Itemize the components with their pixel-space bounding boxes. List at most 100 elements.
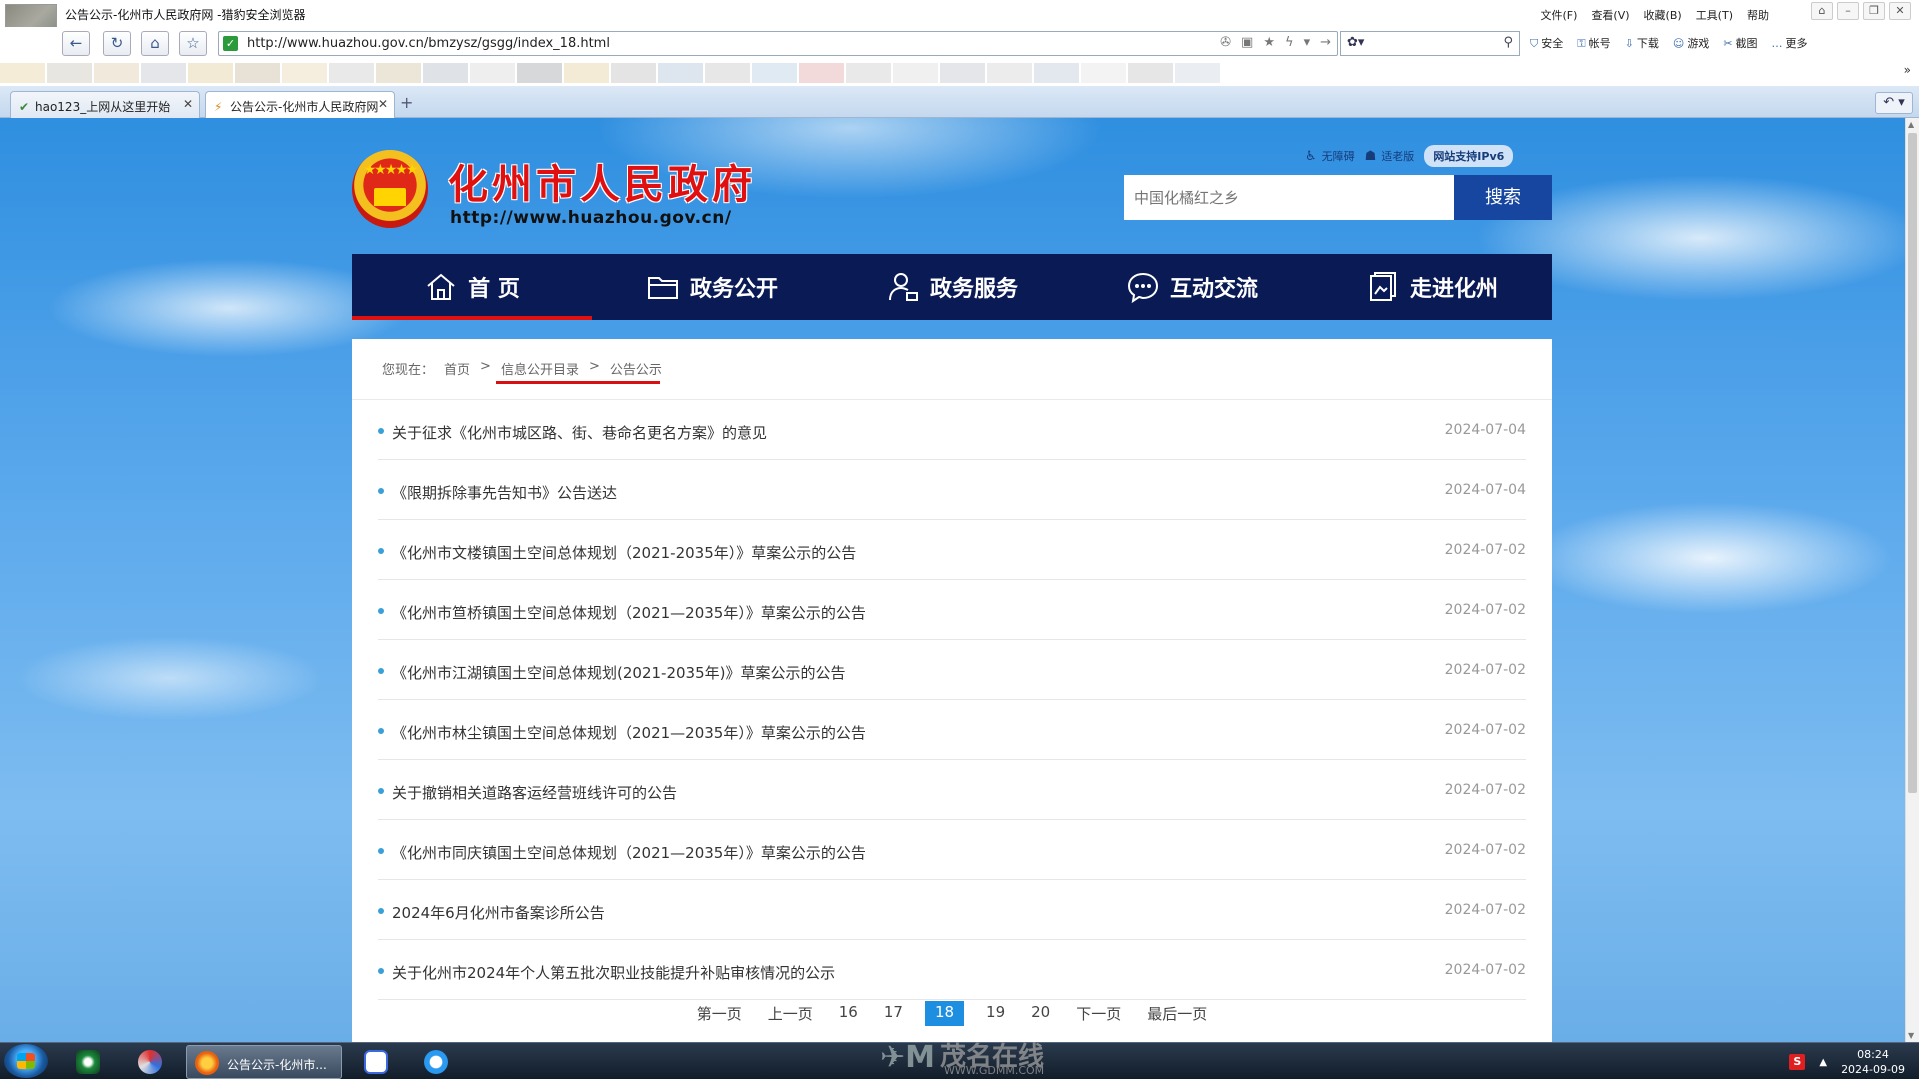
bookmark-item[interactable] <box>423 63 468 83</box>
list-item[interactable]: 《化州市笪桥镇国土空间总体规划（2021—2035年）》草案公示的公告 2024-… <box>378 580 1526 640</box>
page-first[interactable]: 第一页 <box>693 1001 746 1026</box>
search-engine-icon[interactable]: ✿▾ <box>1347 35 1364 50</box>
home-button[interactable]: ⌂ <box>141 31 169 56</box>
bookmark-item[interactable] <box>47 63 92 83</box>
bookmark-item[interactable] <box>1128 63 1173 83</box>
scroll-up-icon[interactable]: ▲ <box>1908 120 1914 129</box>
bookmark-item[interactable] <box>329 63 374 83</box>
bookmark-star-icon[interactable]: ★ <box>1263 35 1275 50</box>
minimize-button[interactable]: – <box>1837 2 1859 20</box>
breadcrumb-info-catalog[interactable]: 信息公开目录 <box>501 359 579 378</box>
browser-search-box[interactable]: ✿▾ ⚲ <box>1340 31 1520 56</box>
refresh-button[interactable]: ↻ <box>103 31 131 56</box>
item-title[interactable]: 《化州市江湖镇国土空间总体规划(2021-2035年)》草案公示的公告 <box>392 662 845 683</box>
bookmark-item[interactable] <box>1081 63 1126 83</box>
tab-hao123[interactable]: ✔ hao123_上网从这里开始 ✕ <box>10 91 200 118</box>
bookmark-item[interactable] <box>0 63 45 83</box>
lightning-icon[interactable]: ϟ <box>1285 35 1294 50</box>
list-item[interactable]: 《化州市同庆镇国土空间总体规划（2021—2035年）》草案公示的公告 2024-… <box>378 820 1526 880</box>
nav-gov-affairs-open[interactable]: 政务公开 <box>592 254 832 320</box>
menu-tools[interactable]: 工具(T) <box>1696 7 1733 23</box>
list-item[interactable]: 《限期拆除事先告知书》公告送达 2024-07-04 <box>378 460 1526 520</box>
more-tool[interactable]: … 更多 <box>1772 35 1808 51</box>
menu-favorites[interactable]: 收藏(B) <box>1644 7 1682 23</box>
sogou-ime-icon[interactable]: S <box>1789 1054 1806 1070</box>
skin-icon[interactable]: ⌂ <box>1811 2 1833 20</box>
tab-current-page[interactable]: ⚡ 公告公示-化州市人民政府网 ✕ <box>205 91 395 118</box>
taskbar-app-eye[interactable] <box>62 1046 114 1078</box>
list-item[interactable]: 关于撤销相关道路客运经营班线许可的公告 2024-07-02 <box>378 760 1526 820</box>
bookmarks-overflow-icon[interactable]: » <box>1904 63 1911 77</box>
item-title[interactable]: 关于化州市2024年个人第五批次职业技能提升补贴审核情况的公示 <box>392 962 835 983</box>
bookmark-item[interactable] <box>282 63 327 83</box>
list-item[interactable]: 《化州市林尘镇国土空间总体规划（2021—2035年）》草案公示的公告 2024-… <box>378 700 1526 760</box>
item-title[interactable]: 《化州市林尘镇国土空间总体规划（2021—2035年）》草案公示的公告 <box>392 722 866 743</box>
close-window-button[interactable]: ✕ <box>1889 2 1911 20</box>
item-title[interactable]: 关于撤销相关道路客运经营班线许可的公告 <box>392 782 677 803</box>
download-tool[interactable]: ⇩ 下载 <box>1625 35 1659 51</box>
security-tool[interactable]: ⛉ 安全 <box>1530 35 1563 51</box>
site-title[interactable]: 化州市人民政府 <box>448 152 756 210</box>
bookmark-item[interactable] <box>94 63 139 83</box>
menu-view[interactable]: 查看(V) <box>1591 7 1629 23</box>
bookmark-item[interactable] <box>799 63 844 83</box>
bookmark-item[interactable] <box>940 63 985 83</box>
page-number[interactable]: 20 <box>1027 1001 1054 1026</box>
page-next[interactable]: 下一页 <box>1072 1001 1125 1026</box>
page-prev[interactable]: 上一页 <box>764 1001 817 1026</box>
screenshot-tool[interactable]: ✂ 截图 <box>1723 35 1757 51</box>
site-search-input[interactable] <box>1124 175 1454 220</box>
site-search-button[interactable]: 搜索 <box>1454 175 1552 220</box>
page-last[interactable]: 最后一页 <box>1143 1001 1211 1026</box>
bookmark-item[interactable] <box>1175 63 1220 83</box>
list-item[interactable]: 2024年6月化州市备案诊所公告 2024-07-02 <box>378 880 1526 940</box>
bookmark-item[interactable] <box>987 63 1032 83</box>
taskbar-app-qq-browser[interactable] <box>410 1046 462 1078</box>
item-title[interactable]: 《化州市笪桥镇国土空间总体规划（2021—2035年）》草案公示的公告 <box>392 602 866 623</box>
address-bar[interactable]: ✓ http://www.huazhou.gov.cn/bmzysz/gsgg/… <box>218 31 1338 56</box>
new-tab-button[interactable]: + <box>400 93 413 112</box>
page-current[interactable]: 18 <box>924 1001 965 1026</box>
breadcrumb-announcements[interactable]: 公告公示 <box>610 359 662 378</box>
tab-restore-menu[interactable]: ↶ ▾ <box>1875 92 1913 114</box>
accessible-link[interactable]: ♿ 无障碍 <box>1305 148 1355 164</box>
bookmark-item[interactable] <box>846 63 891 83</box>
item-title[interactable]: 《化州市文楼镇国土空间总体规划（2021-2035年）》草案公示的公告 <box>392 542 856 563</box>
bookmark-item[interactable] <box>658 63 703 83</box>
close-tab-icon[interactable]: ✕ <box>183 97 193 111</box>
nav-home[interactable]: 首 页 <box>352 254 592 320</box>
scroll-down-icon[interactable]: ▼ <box>1908 1031 1914 1040</box>
page-number[interactable]: 17 <box>880 1001 907 1026</box>
start-button[interactable] <box>4 1044 48 1078</box>
item-title[interactable]: 关于征求《化州市城区路、街、巷命名更名方案》的意见 <box>392 422 767 443</box>
bookmark-item[interactable] <box>564 63 609 83</box>
scrollbar-thumb[interactable] <box>1908 133 1917 793</box>
nav-interaction[interactable]: 互动交流 <box>1072 254 1312 320</box>
show-hidden-icons-icon[interactable]: ▲ <box>1819 1057 1827 1068</box>
address-url[interactable]: http://www.huazhou.gov.cn/bmzysz/gsgg/in… <box>247 36 610 51</box>
bookmark-item[interactable] <box>376 63 421 83</box>
nav-about-huazhou[interactable]: 走进化州 <box>1312 254 1552 320</box>
back-button[interactable]: ← <box>62 31 90 56</box>
page-number[interactable]: 19 <box>982 1001 1009 1026</box>
close-tab-icon[interactable]: ✕ <box>378 97 388 111</box>
nav-gov-services[interactable]: 政务服务 <box>832 254 1072 320</box>
bookmark-item[interactable] <box>752 63 797 83</box>
vertical-scrollbar[interactable]: ▲ ▼ <box>1905 118 1919 1042</box>
bookmark-item[interactable] <box>141 63 186 83</box>
elder-mode-link[interactable]: ☗ 适老版 <box>1365 148 1415 164</box>
bookmark-item[interactable] <box>705 63 750 83</box>
page-number[interactable]: 16 <box>835 1001 862 1026</box>
menu-file[interactable]: 文件(F) <box>1541 7 1578 23</box>
game-tool[interactable]: ☺ 游戏 <box>1673 35 1709 51</box>
clock[interactable]: 08:24 2024-09-09 <box>1841 1047 1905 1077</box>
taskbar-app-pinwheel[interactable] <box>124 1046 176 1078</box>
taskbar-active-browser[interactable]: 公告公示-化州市... <box>186 1045 342 1079</box>
item-title[interactable]: 《限期拆除事先告知书》公告送达 <box>392 482 617 503</box>
breadcrumb-home[interactable]: 首页 <box>444 359 470 378</box>
bookmark-item[interactable] <box>470 63 515 83</box>
list-item[interactable]: 关于化州市2024年个人第五批次职业技能提升补贴审核情况的公示 2024-07-0… <box>378 940 1526 1000</box>
search-icon[interactable]: ⚲ <box>1503 35 1513 50</box>
bookmark-item[interactable] <box>893 63 938 83</box>
list-item[interactable]: 关于征求《化州市城区路、街、巷命名更名方案》的意见 2024-07-04 <box>378 400 1526 460</box>
